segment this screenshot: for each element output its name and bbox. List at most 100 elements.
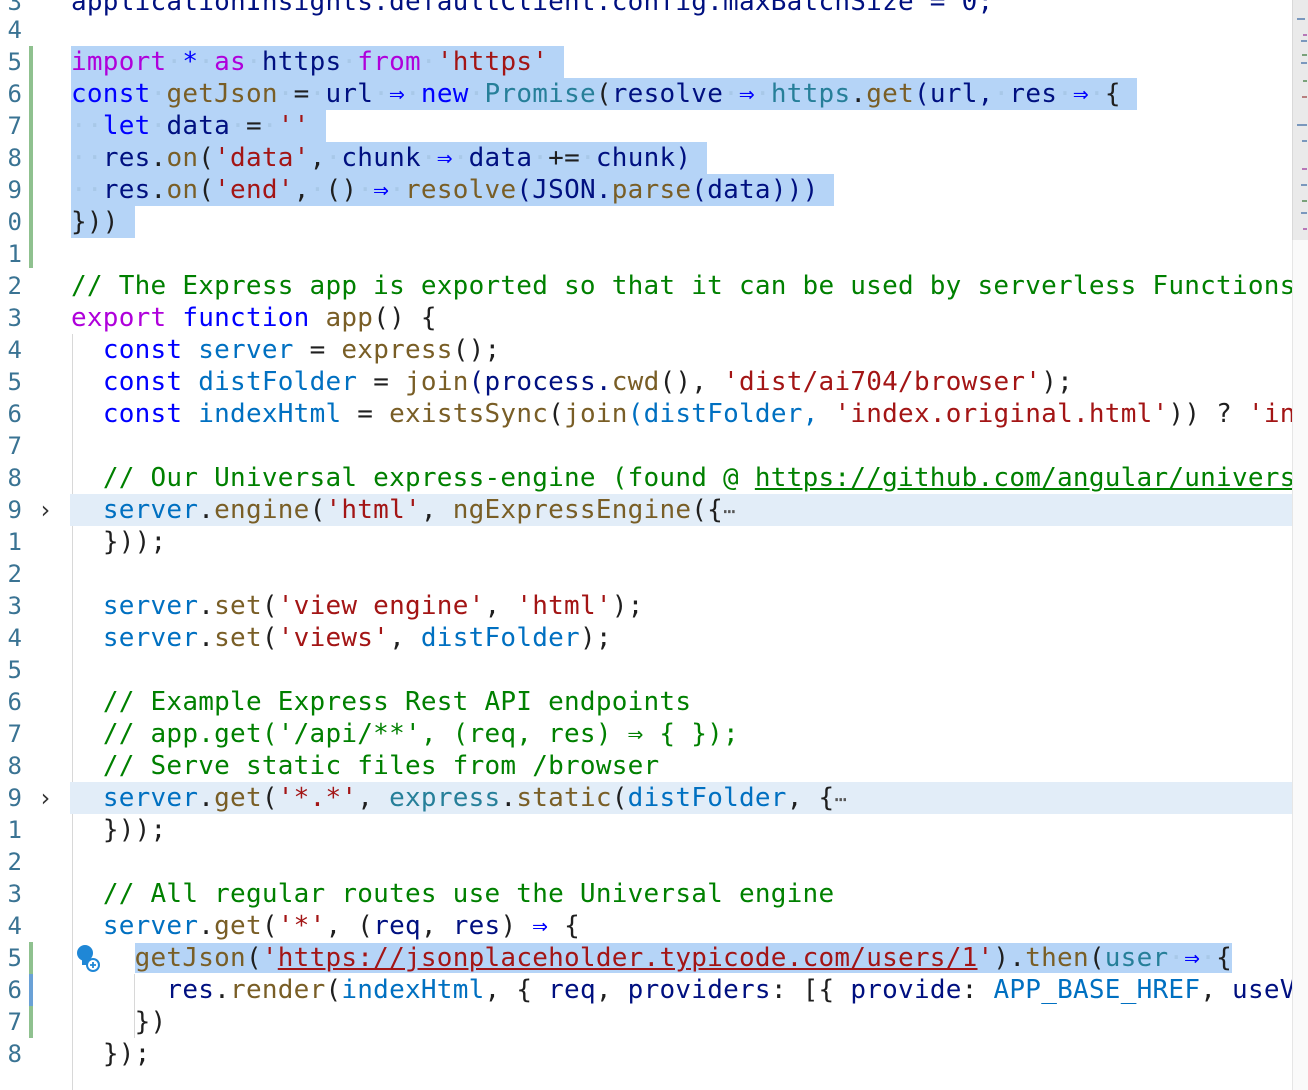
- code-text: ··res.on('end',·()·⇒·resolve(JSON.parse(…: [71, 174, 835, 206]
- line-number: 2: [7, 560, 22, 588]
- code-text: const·getJson·=·url·⇒·new·Promise(resolv…: [71, 78, 1137, 110]
- code-line[interactable]: 6 res.render(indexHtml, { req, providers…: [0, 974, 1292, 1006]
- code-comment: // app.get('/api/**', (req, res) ⇒ { });: [102, 719, 739, 749]
- code-comment: // All regular routes use the Universal …: [102, 879, 835, 909]
- code-text: server.set('views', distFolder);: [102, 623, 612, 653]
- code-line[interactable]: 8 ··res.on('data',·chunk·⇒·data·+=·chunk…: [0, 142, 1292, 174]
- code-line[interactable]: 4 server.get('*', (req, res) ⇒ {: [0, 910, 1292, 942]
- code-line[interactable]: 8 // Our Universal express-engine (found…: [0, 462, 1292, 494]
- line-number: 6: [7, 976, 22, 1004]
- line-number: 9: [7, 176, 22, 204]
- line-number: 8: [7, 144, 22, 172]
- code-line[interactable]: 3 server.set('view engine', 'html');: [0, 590, 1292, 622]
- line-number: 4: [7, 912, 22, 940]
- code-line[interactable]: 1 }));: [0, 526, 1292, 558]
- code-line[interactable]: 6 const indexHtml = existsSync(join(dist…: [0, 398, 1292, 430]
- code-text: }): [134, 1007, 167, 1037]
- code-line[interactable]: 2: [0, 558, 1292, 590]
- line-number: 9: [7, 496, 22, 524]
- line-number: 1: [7, 240, 22, 268]
- comment-link[interactable]: https://github.com/angular/universal: [755, 463, 1292, 493]
- code-text: const indexHtml = existsSync(join(distFo…: [102, 399, 1292, 429]
- line-number: 5: [7, 368, 22, 396]
- line-number: 8: [7, 464, 22, 492]
- code-comment: // The Express app is exported so that i…: [71, 271, 1292, 301]
- code-line[interactable]: 1: [0, 238, 1292, 270]
- line-number: 4: [7, 336, 22, 364]
- line-number: 7: [7, 432, 22, 460]
- line-number: 5: [7, 944, 22, 972]
- code-text: const distFolder = join(process.cwd(), '…: [102, 367, 1074, 397]
- code-text: ··let·data·=·'': [71, 110, 326, 142]
- code-line[interactable]: 5 import·*·as·https·from·'https': [0, 46, 1292, 78]
- code-text: import·*·as·https·from·'https': [71, 46, 565, 78]
- line-number: 2: [7, 848, 22, 876]
- code-comment: // Serve static files from /browser: [102, 751, 660, 781]
- line-number: 3: [7, 880, 22, 908]
- code-line[interactable]: 5: [0, 654, 1292, 686]
- code-text: export function app() {: [71, 303, 437, 333]
- line-number: 3: [7, 592, 22, 620]
- code-line[interactable]: 5 getJson('https://jsonplaceholder.typic…: [0, 942, 1292, 974]
- code-text: server.set('view engine', 'html');: [102, 591, 644, 621]
- line-number: 5: [7, 48, 22, 76]
- line-number: 5: [7, 656, 22, 684]
- code-text: });: [102, 1039, 151, 1069]
- line-number: 6: [7, 80, 22, 108]
- line-number: 4: [7, 16, 22, 44]
- code-line[interactable]: 7 ··let·data·=·'': [0, 110, 1292, 142]
- scrollbar-thumb[interactable]: [1292, 0, 1308, 240]
- url-link[interactable]: https://jsonplaceholder.typicode.com/use…: [278, 943, 978, 973]
- code-line[interactable]: 2 // The Express app is exported so that…: [0, 270, 1292, 302]
- line-number: 6: [7, 400, 22, 428]
- folded-ellipsis-icon[interactable]: ⋯: [723, 499, 735, 523]
- code-text: server.get('*.*', express.static(distFol…: [102, 783, 847, 813]
- line-number: 3: [7, 304, 22, 332]
- folded-ellipsis-icon[interactable]: ⋯: [834, 787, 846, 811]
- line-number: 9: [7, 784, 22, 812]
- line-number: 1: [7, 816, 22, 844]
- lightbulb-icon[interactable]: [75, 944, 101, 972]
- code-line[interactable]: 4 const server = express();: [0, 334, 1292, 366]
- code-line[interactable]: 3 // All regular routes use the Universa…: [0, 878, 1292, 910]
- code-line[interactable]: 7 // app.get('/api/**', (req, res) ⇒ { }…: [0, 718, 1292, 750]
- code-text: const server = express();: [102, 335, 501, 365]
- code-line[interactable]: 1 }));: [0, 814, 1292, 846]
- code-text: server.get('*', (req, res) ⇒ {: [102, 911, 580, 941]
- code-line[interactable]: 7: [0, 430, 1292, 462]
- line-number: 7: [7, 720, 22, 748]
- code-line[interactable]: 4 server.set('views', distFolder);: [0, 622, 1292, 654]
- code-line-folded[interactable]: 9 › server.engine('html', ngExpressEngin…: [0, 494, 1292, 526]
- code-line[interactable]: 6 const·getJson·=·url·⇒·new·Promise(reso…: [0, 78, 1292, 110]
- code-text: })): [71, 206, 135, 238]
- code-text: server.engine('html', ngExpressEngine({⋯: [102, 495, 736, 525]
- code-line[interactable]: 0 })): [0, 206, 1292, 238]
- code-line-folded[interactable]: 9 › server.get('*.*', express.static(dis…: [0, 782, 1292, 814]
- code-line[interactable]: 3 export function app() {: [0, 302, 1292, 334]
- line-number: 6: [7, 688, 22, 716]
- code-editor[interactable]: 3 applicationInsights.defaultClient.conf…: [0, 0, 1292, 1090]
- code-text: res.render(indexHtml, { req, providers: …: [166, 975, 1292, 1005]
- code-line[interactable]: 8 // Serve static files from /browser: [0, 750, 1292, 782]
- code-line[interactable]: 4: [0, 14, 1292, 46]
- code-text: }));: [102, 815, 167, 845]
- code-line[interactable]: 6 // Example Express Rest API endpoints: [0, 686, 1292, 718]
- code-line[interactable]: 5 const distFolder = join(process.cwd(),…: [0, 366, 1292, 398]
- code-comment: // Example Express Rest API endpoints: [102, 687, 692, 717]
- line-number: 2: [7, 272, 22, 300]
- code-line[interactable]: 9 ··res.on('end',·()·⇒·resolve(JSON.pars…: [0, 174, 1292, 206]
- line-number: 1: [7, 528, 22, 556]
- line-number: 8: [7, 1040, 22, 1068]
- code-comment: // Our Universal express-engine (found @…: [71, 462, 1292, 494]
- fold-chevron-icon[interactable]: ›: [38, 494, 52, 526]
- code-line[interactable]: 8 });: [0, 1038, 1292, 1070]
- code-text: getJson('https://jsonplaceholder.typicod…: [134, 943, 1233, 973]
- line-number: 7: [7, 112, 22, 140]
- line-number: 4: [7, 624, 22, 652]
- code-line[interactable]: 2: [0, 846, 1292, 878]
- code-text: }));: [102, 527, 167, 557]
- code-line[interactable]: 7 }): [0, 1006, 1292, 1038]
- line-number: 0: [7, 208, 22, 236]
- fold-chevron-icon[interactable]: ›: [38, 782, 52, 814]
- line-number: 7: [7, 1008, 22, 1036]
